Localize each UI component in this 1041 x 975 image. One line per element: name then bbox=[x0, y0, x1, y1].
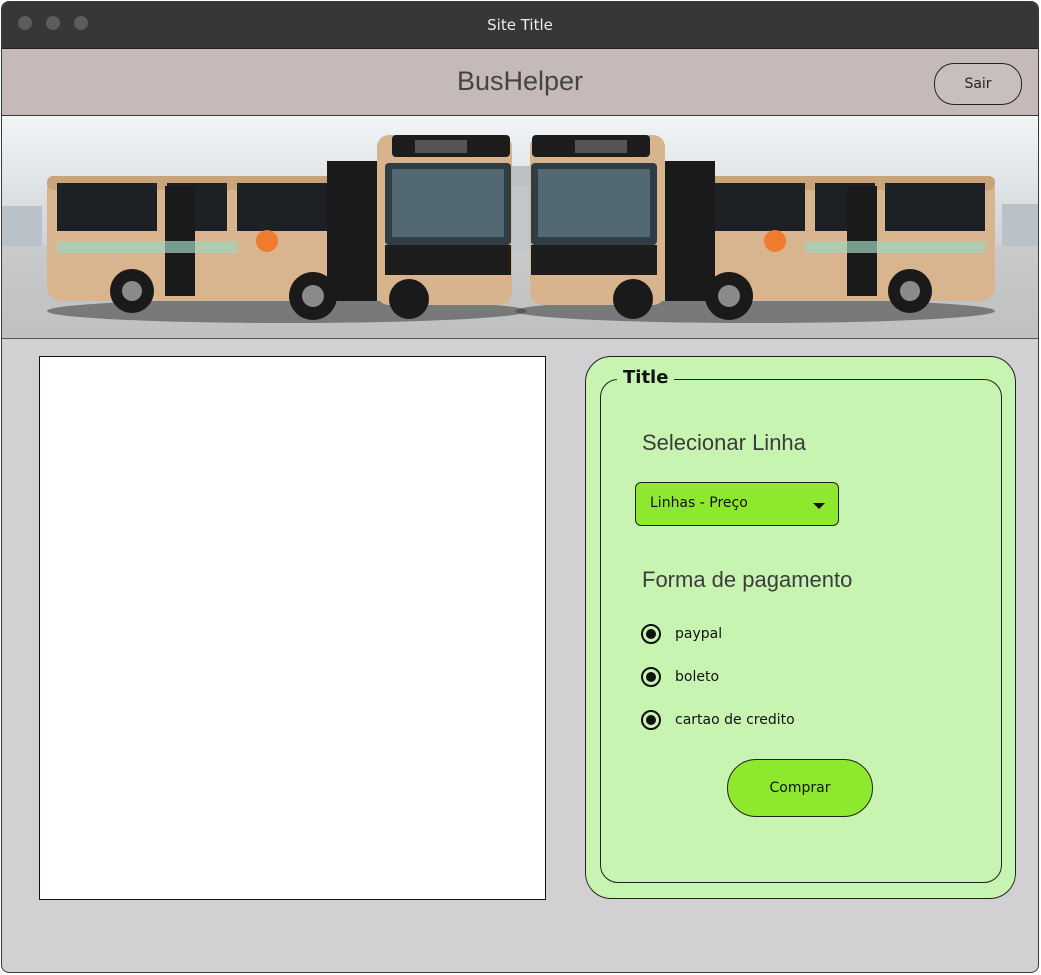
payment-option-paypal[interactable]: paypal bbox=[641, 622, 722, 646]
app-window: Site Title BusHelper Sair Title Selecion… bbox=[1, 1, 1039, 973]
payment-option-label: cartao de credito bbox=[675, 712, 795, 728]
app-header: BusHelper Sair bbox=[2, 49, 1038, 116]
bus-banner-image bbox=[2, 116, 1038, 339]
app-brand: BusHelper bbox=[456, 66, 584, 96]
payment-option-credit-card[interactable]: cartao de credito bbox=[641, 708, 795, 732]
line-select-value: Linhas - Preço bbox=[650, 495, 748, 511]
purchase-panel: Title Selecionar Linha Linhas - Preço Fo… bbox=[585, 356, 1016, 899]
radio-button-icon[interactable] bbox=[641, 624, 661, 644]
payment-option-boleto[interactable]: boleto bbox=[641, 665, 719, 689]
map-placeholder-box bbox=[39, 356, 546, 900]
line-heading: Selecionar Linha bbox=[642, 430, 806, 455]
logout-button[interactable]: Sair bbox=[934, 63, 1022, 105]
caret-down-icon bbox=[813, 503, 825, 509]
window-title: Site Title bbox=[487, 16, 553, 34]
buy-button[interactable]: Comprar bbox=[727, 759, 873, 817]
purchase-fieldset: Title Selecionar Linha Linhas - Preço Fo… bbox=[600, 367, 1002, 883]
payment-heading: Forma de pagamento bbox=[642, 567, 853, 592]
payment-option-label: boleto bbox=[675, 669, 720, 685]
fieldset-legend: Title bbox=[617, 367, 675, 388]
payment-option-label: paypal bbox=[675, 626, 723, 642]
line-select[interactable]: Linhas - Preço bbox=[635, 482, 839, 526]
title-bar: Site Title bbox=[2, 2, 1038, 49]
radio-button-icon[interactable] bbox=[641, 710, 661, 730]
radio-button-icon[interactable] bbox=[641, 667, 661, 687]
